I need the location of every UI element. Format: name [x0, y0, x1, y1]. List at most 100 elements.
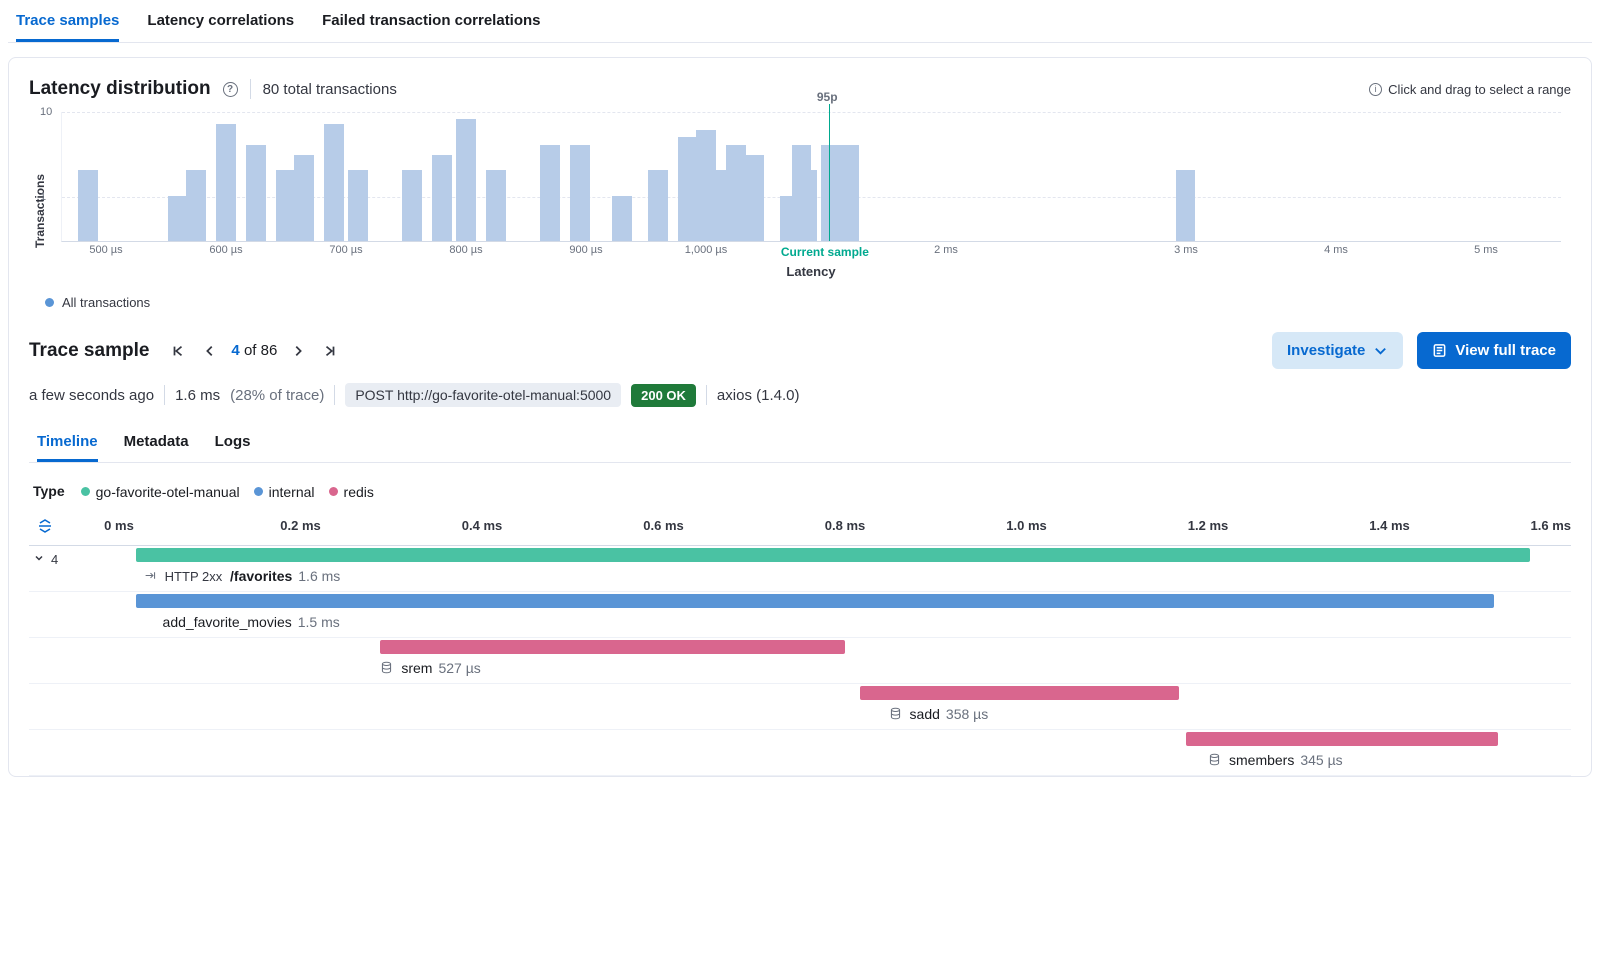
- p95-marker: [829, 104, 830, 241]
- span-duration: 527 µs: [438, 660, 480, 676]
- waterfall-header: 0 ms0.2 ms0.4 ms0.6 ms0.8 ms1.0 ms1.2 ms…: [29, 518, 1571, 546]
- span-bar[interactable]: [1186, 732, 1498, 746]
- type-legend-item[interactable]: redis: [329, 484, 374, 500]
- span-label: sadd358 µs: [889, 706, 1571, 723]
- histogram-bar[interactable]: [648, 170, 667, 241]
- span-duration: 1.5 ms: [298, 614, 340, 630]
- tab-latency-correlations[interactable]: Latency correlations: [147, 0, 294, 42]
- y-tick: 10: [40, 106, 52, 118]
- pager-next-button[interactable]: [287, 340, 309, 362]
- span-bar[interactable]: [136, 594, 1494, 608]
- histogram-bar[interactable]: [486, 170, 505, 241]
- histogram-bar[interactable]: [678, 137, 697, 241]
- y-tick: 1: [40, 191, 46, 203]
- histogram-bar[interactable]: [612, 196, 631, 241]
- chevron-down-icon[interactable]: [33, 552, 45, 567]
- divider: [250, 79, 251, 99]
- investigate-button[interactable]: Investigate: [1272, 332, 1403, 369]
- histogram-bar[interactable]: [540, 145, 559, 241]
- legend-dot-icon: [81, 487, 90, 496]
- info-icon: i: [1369, 83, 1382, 96]
- help-icon[interactable]: ?: [223, 82, 238, 97]
- subtab-logs[interactable]: Logs: [215, 425, 251, 462]
- type-legend: Type go-favorite-otel-manual internal redi…: [33, 483, 1567, 500]
- total-transactions: 80 total transactions: [263, 81, 397, 98]
- histogram-bar[interactable]: [1176, 170, 1195, 241]
- trace-duration: 1.6 ms: [175, 387, 220, 404]
- waterfall-track: HTTP 2xx /favorites1.6 ms: [119, 546, 1571, 591]
- drag-hint: i Click and drag to select a range: [1369, 82, 1571, 97]
- span-bar[interactable]: [380, 640, 845, 654]
- histogram-bar[interactable]: [402, 170, 421, 241]
- trace-request: POST http://go-favorite-otel-manual:5000: [345, 383, 621, 407]
- x-tick: 2 ms: [934, 244, 958, 256]
- latency-header: Latency distribution ? 80 total transact…: [29, 78, 1571, 100]
- subtab-metadata[interactable]: Metadata: [124, 425, 189, 462]
- histogram-bar[interactable]: [744, 155, 763, 241]
- type-legend-item[interactable]: internal: [254, 484, 315, 500]
- legend-item-label: redis: [344, 484, 374, 500]
- database-icon: [380, 661, 393, 677]
- histogram-bar[interactable]: [246, 145, 265, 241]
- p95-label: 95p: [817, 90, 838, 104]
- waterfall-tick: 0 ms: [104, 518, 134, 533]
- view-full-trace-button[interactable]: View full trace: [1417, 332, 1571, 369]
- pager-last-button[interactable]: [319, 340, 341, 362]
- histogram-legend: All transactions: [45, 295, 1567, 310]
- histogram-bar[interactable]: [840, 145, 859, 241]
- span-name: smembers: [1229, 752, 1294, 768]
- waterfall-track: smembers345 µs: [119, 730, 1571, 775]
- waterfall-row[interactable]: add_favorite_movies 1.5 ms: [29, 592, 1571, 638]
- histogram-bar[interactable]: [276, 170, 295, 241]
- pager-prev-button[interactable]: [199, 340, 221, 362]
- histogram-bar[interactable]: [168, 196, 187, 241]
- histogram-bar[interactable]: [702, 170, 721, 241]
- histogram-bar[interactable]: [348, 170, 367, 241]
- pager-current: 4: [231, 342, 239, 359]
- histogram-bar[interactable]: [78, 170, 97, 241]
- x-tick: 3 ms: [1174, 244, 1198, 256]
- x-tick: 900 µs: [569, 244, 602, 256]
- histogram-bar[interactable]: [570, 145, 589, 241]
- waterfall-gutter: [29, 730, 119, 775]
- span-duration: 358 µs: [946, 706, 988, 722]
- waterfall-row[interactable]: sadd358 µs: [29, 684, 1571, 730]
- histogram-bar[interactable]: [294, 155, 313, 241]
- type-legend-item[interactable]: go-favorite-otel-manual: [81, 484, 240, 500]
- x-tick: 700 µs: [329, 244, 362, 256]
- span-name: add_favorite_movies: [163, 614, 292, 630]
- span-label: HTTP 2xx /favorites1.6 ms: [144, 568, 1571, 585]
- histogram-bar[interactable]: [216, 124, 235, 241]
- waterfall-tick: 0.8 ms: [825, 518, 865, 533]
- pager-first-button[interactable]: [167, 340, 189, 362]
- waterfall-row[interactable]: 4HTTP 2xx /favorites1.6 ms: [29, 546, 1571, 592]
- histogram[interactable]: Transactions 10 1 95pCurrent sample 500 …: [29, 112, 1571, 279]
- waterfall-track: srem 527 µs: [119, 638, 1571, 683]
- x-tick: 600 µs: [209, 244, 242, 256]
- histogram-bar[interactable]: [821, 145, 840, 241]
- span-label: add_favorite_movies 1.5 ms: [163, 614, 1571, 630]
- subtab-timeline[interactable]: Timeline: [37, 425, 98, 462]
- span-bar[interactable]: [860, 686, 1179, 700]
- span-bar[interactable]: [136, 548, 1530, 562]
- tab-failed-correlations[interactable]: Failed transaction correlations: [322, 0, 540, 42]
- histogram-bar[interactable]: [186, 170, 205, 241]
- tab-trace-samples[interactable]: Trace samples: [16, 0, 119, 42]
- histogram-bar[interactable]: [798, 170, 817, 241]
- type-legend-label: Type: [33, 483, 65, 499]
- collapse-all-icon[interactable]: [37, 518, 53, 537]
- trace-sample-title: Trace sample: [29, 340, 149, 362]
- span-label: smembers345 µs: [1208, 752, 1571, 769]
- histogram-bar[interactable]: [324, 124, 343, 241]
- drag-hint-text: Click and drag to select a range: [1388, 82, 1571, 97]
- x-tick: 800 µs: [449, 244, 482, 256]
- waterfall-tick: 1.2 ms: [1188, 518, 1228, 533]
- histogram-plot[interactable]: 10 1 95pCurrent sample: [61, 112, 1561, 242]
- waterfall-tick: 0.6 ms: [643, 518, 683, 533]
- histogram-bar[interactable]: [432, 155, 451, 241]
- span-name: srem: [401, 660, 432, 676]
- waterfall-row[interactable]: smembers345 µs: [29, 730, 1571, 776]
- histogram-bar[interactable]: [456, 119, 475, 241]
- waterfall-row[interactable]: srem 527 µs: [29, 638, 1571, 684]
- legend-item-label: go-favorite-otel-manual: [96, 484, 240, 500]
